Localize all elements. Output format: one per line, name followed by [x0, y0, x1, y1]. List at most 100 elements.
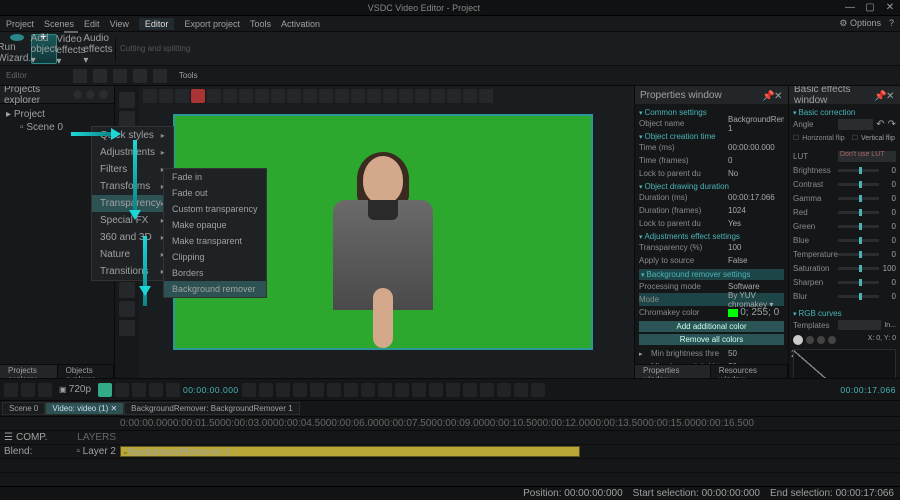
- slider-brightness-track[interactable]: [838, 169, 879, 172]
- menu-edit[interactable]: Edit: [84, 19, 100, 29]
- tl-extra-3[interactable]: [412, 383, 426, 397]
- ptool-1[interactable]: [143, 89, 157, 103]
- lut-select[interactable]: Don't use LUT: [838, 151, 896, 162]
- menu-export[interactable]: Export project: [184, 19, 240, 29]
- fly-custom-transparency[interactable]: Custom transparency: [164, 201, 266, 217]
- tl-extra-7[interactable]: [480, 383, 494, 397]
- tl-tab-video1[interactable]: Video: video (1) ✕: [45, 402, 124, 415]
- prev-frame-icon[interactable]: [259, 383, 273, 397]
- options-button[interactable]: ⚙ Options: [839, 18, 881, 29]
- tl-extra-2[interactable]: [395, 383, 409, 397]
- ptool-16[interactable]: [383, 89, 397, 103]
- tab-objects-explorer[interactable]: Objects explorer: [58, 365, 114, 378]
- curve-channel-g[interactable]: [817, 336, 825, 344]
- tl-extra-1[interactable]: [378, 383, 392, 397]
- goto-end-icon[interactable]: [293, 383, 307, 397]
- tl-extra-10[interactable]: [531, 383, 545, 397]
- sec-rgb-curves[interactable]: RGB curves: [793, 309, 896, 318]
- tl-resolution[interactable]: ▣ 720p: [59, 384, 91, 395]
- ptool-21[interactable]: [463, 89, 477, 103]
- prop-chromakey-color[interactable]: Chromakey color 0; 255; 0: [639, 306, 784, 319]
- ptool-7[interactable]: [239, 89, 253, 103]
- vtool-13[interactable]: [119, 320, 135, 336]
- ptool-8[interactable]: [255, 89, 269, 103]
- tl-zoom-in-icon[interactable]: [21, 383, 35, 397]
- sec-adjust[interactable]: Adjustments effect settings: [639, 232, 784, 241]
- play-icon[interactable]: [98, 383, 112, 397]
- stop-icon[interactable]: [115, 383, 129, 397]
- add-object-button[interactable]: +Add object ▾: [31, 34, 57, 64]
- tl-extra-4[interactable]: [429, 383, 443, 397]
- curve-channel-rgb[interactable]: [793, 335, 803, 345]
- fly-clipping[interactable]: Clipping: [164, 249, 266, 265]
- slider-blue-track[interactable]: [838, 239, 879, 242]
- ptool-18[interactable]: [415, 89, 429, 103]
- close-panel-icon[interactable]: ✕: [774, 91, 783, 100]
- redo-icon[interactable]: [93, 69, 107, 83]
- rotate-cw-icon[interactable]: ↷: [888, 119, 896, 130]
- tab-resources[interactable]: Resources window: [711, 365, 788, 378]
- sec-drawing[interactable]: Object drawing duration: [639, 182, 784, 191]
- skip-fwd-icon[interactable]: [361, 383, 375, 397]
- rgb-curve-editor[interactable]: [793, 349, 896, 378]
- ptool-11[interactable]: [303, 89, 317, 103]
- vtool-2[interactable]: [119, 111, 135, 127]
- ptool-12[interactable]: [319, 89, 333, 103]
- mute-icon[interactable]: [166, 383, 180, 397]
- undo-icon[interactable]: [73, 69, 87, 83]
- audio-effects-button[interactable]: Audio effects ▾: [85, 34, 111, 64]
- sec-creation[interactable]: Object creation time: [639, 132, 784, 141]
- add-color-button[interactable]: Add additional color: [639, 321, 784, 332]
- angle-input[interactable]: [838, 119, 873, 130]
- ptool-3[interactable]: [175, 89, 189, 103]
- tl-zoom-out-icon[interactable]: [4, 383, 18, 397]
- fly-360-3d[interactable]: 360 and 3D▸: [92, 229, 173, 246]
- tl-fit-icon[interactable]: [38, 383, 52, 397]
- slider-temperature-track[interactable]: [838, 253, 879, 256]
- menu-project[interactable]: Project: [6, 19, 34, 29]
- tl-extra-6[interactable]: [463, 383, 477, 397]
- fly-transforms[interactable]: Transforms▸: [92, 178, 173, 195]
- ptool-2[interactable]: [159, 89, 173, 103]
- timeline-ruler[interactable]: 0:00:00.0000:00:01.5000:00:03.0000:00:04…: [0, 417, 900, 431]
- slider-saturation-track[interactable]: [838, 267, 879, 270]
- vtool-11[interactable]: [119, 282, 135, 298]
- fly-make-transparent[interactable]: Make transparent: [164, 233, 266, 249]
- pin-icon-2[interactable]: 📌: [874, 91, 883, 100]
- vtool-1[interactable]: [119, 92, 135, 108]
- slider-sharpen-track[interactable]: [838, 281, 879, 284]
- slider-blur-track[interactable]: [838, 295, 879, 298]
- prop-mode[interactable]: ModeBy YUV chromakey ▾: [639, 293, 784, 306]
- goto-start-icon[interactable]: [242, 383, 256, 397]
- sec-basic-correction[interactable]: Basic correction: [793, 108, 896, 117]
- close-panel-icon-2[interactable]: ✕: [886, 91, 895, 100]
- tl-extra-9[interactable]: [514, 383, 528, 397]
- ptool-19[interactable]: [431, 89, 445, 103]
- pin-icon[interactable]: 📌: [762, 91, 771, 100]
- panel-btn-1[interactable]: [73, 90, 82, 99]
- fly-transparency[interactable]: Transparency▸: [92, 195, 173, 212]
- menu-tools[interactable]: Tools: [250, 19, 271, 29]
- slider-contrast-track[interactable]: [838, 183, 879, 186]
- panel-btn-3[interactable]: [99, 90, 108, 99]
- close-icon[interactable]: ✕: [884, 2, 896, 14]
- minimize-icon[interactable]: —: [844, 2, 856, 14]
- fly-background-remover[interactable]: Background remover: [164, 281, 266, 297]
- fly-nature[interactable]: Nature▸: [92, 246, 173, 263]
- slider-red-track[interactable]: [838, 211, 879, 214]
- ptool-13[interactable]: [335, 89, 349, 103]
- fly-make-opaque[interactable]: Make opaque: [164, 217, 266, 233]
- fly-fade-out[interactable]: Fade out: [164, 185, 266, 201]
- tree-project[interactable]: ▸ Project: [6, 108, 108, 121]
- fly-adjustments[interactable]: Adjustments▸: [92, 144, 173, 161]
- tl-extra-5[interactable]: [446, 383, 460, 397]
- skip-back-icon[interactable]: [344, 383, 358, 397]
- fly-quick-styles[interactable]: Quick styles▸: [92, 127, 173, 144]
- vtool-12[interactable]: [119, 301, 135, 317]
- fly-transitions[interactable]: Transitions▸: [92, 263, 173, 280]
- panel-btn-2[interactable]: [86, 90, 95, 99]
- curve-channel-b[interactable]: [828, 336, 836, 344]
- paste-icon[interactable]: [153, 69, 167, 83]
- menu-editor[interactable]: Editor: [139, 18, 175, 30]
- video-effects-button[interactable]: Video effects ▾: [58, 34, 84, 64]
